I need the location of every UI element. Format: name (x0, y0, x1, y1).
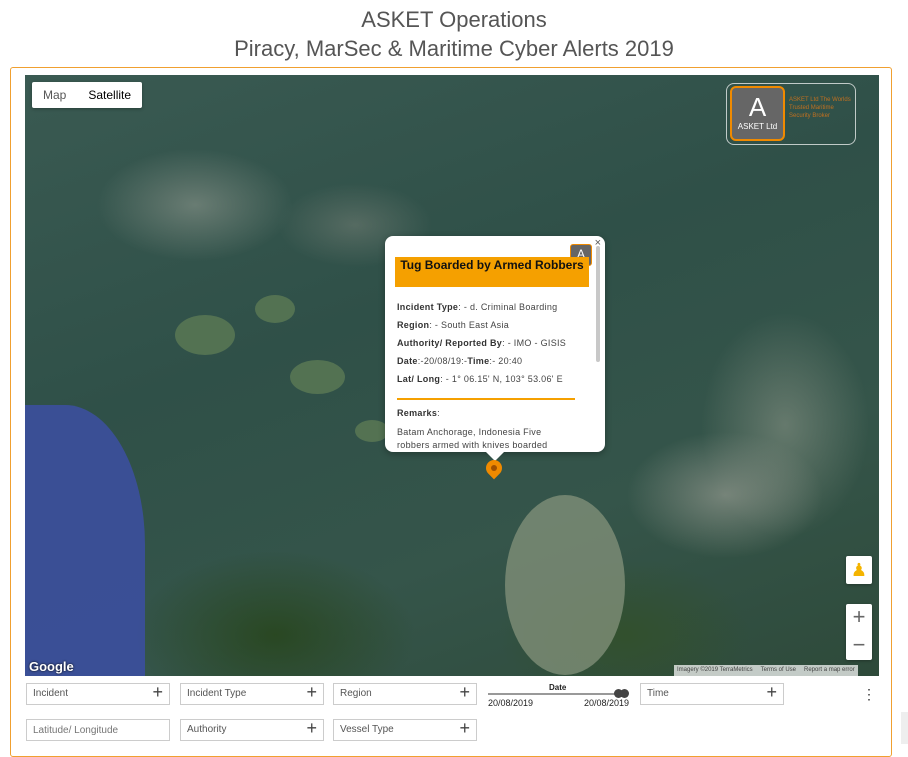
page-subtitle: Piracy, MarSec & Maritime Cyber Alerts 2… (234, 36, 674, 61)
popup-scrollbar[interactable] (596, 246, 600, 362)
incident-details: Incident Type: - d. Criminal Boarding Re… (397, 302, 587, 452)
map-attribution: Imagery ©2019 TerraMetrics Terms of Use … (674, 665, 858, 676)
vessel-type-filter[interactable]: Vessel Type + (333, 718, 477, 741)
add-icon[interactable]: + (152, 682, 163, 702)
time-filter[interactable]: Time + (640, 682, 784, 705)
date-time-row: Date:-20/08/19:-Time:- 20:40 (397, 356, 523, 366)
more-options-icon[interactable]: ⋮ (862, 687, 876, 701)
add-icon[interactable]: + (306, 718, 317, 738)
zoom-in-button[interactable]: + (846, 604, 872, 632)
region-filter[interactable]: Region + (333, 682, 477, 705)
incident-filter[interactable]: Incident + (26, 682, 170, 705)
add-icon[interactable]: + (459, 718, 470, 738)
island (175, 315, 235, 355)
zoom-out-button[interactable]: − (846, 632, 872, 660)
page-scrollbar[interactable] (901, 712, 908, 744)
add-icon[interactable]: + (306, 682, 317, 702)
remarks-text: Batam Anchorage, Indonesia Five robbers … (397, 427, 548, 450)
date-range-to: 20/08/2019 (584, 698, 630, 708)
incident-info-window: × A Tug Boarded by Armed Robbers Inciden… (385, 236, 605, 461)
incident-type-row: Incident Type: - d. Criminal Boarding (397, 302, 558, 312)
asket-logo-mark: A ASKET Ltd (730, 86, 785, 141)
add-icon[interactable]: + (459, 682, 470, 702)
date-range-from: 20/08/2019 (488, 698, 534, 708)
authority-row: Authority/ Reported By: - IMO - GISIS (397, 338, 567, 348)
date-range-label: Date (549, 683, 567, 692)
add-icon[interactable]: + (766, 682, 777, 702)
island (505, 495, 625, 675)
date-range-end-handle[interactable] (620, 689, 629, 698)
open-water-area (25, 405, 145, 676)
latlong-row: Lat/ Long: - 1° 06.15' N, 103° 53.06' E (397, 374, 563, 384)
street-view-pegman-icon[interactable]: ♟ (846, 556, 872, 584)
date-range-slider[interactable] (488, 693, 624, 695)
google-logo: Google (29, 659, 74, 674)
incident-title: Tug Boarded by Armed Robbers (395, 257, 589, 287)
region-row: Region: - South East Asia (397, 320, 510, 330)
map-type-control: Map Satellite (32, 82, 143, 108)
map-type-satellite-button[interactable]: Satellite (77, 82, 142, 108)
map-type-map-button[interactable]: Map (32, 82, 77, 108)
incident-type-filter[interactable]: Incident Type + (180, 682, 324, 705)
island (355, 420, 389, 442)
zoom-control: + − (846, 604, 872, 660)
divider (397, 398, 575, 400)
island (290, 360, 345, 394)
remarks-label: Remarks: (397, 408, 440, 418)
asket-logo-tagline: ASKET Ltd The Worlds Trusted Maritime Se… (789, 97, 851, 119)
asket-logo: A ASKET Ltd ASKET Ltd The Worlds Trusted… (726, 83, 856, 145)
latlong-input[interactable] (26, 719, 170, 741)
page-title: ASKET Operations (361, 7, 547, 32)
authority-filter[interactable]: Authority + (180, 718, 324, 741)
island (255, 295, 295, 323)
